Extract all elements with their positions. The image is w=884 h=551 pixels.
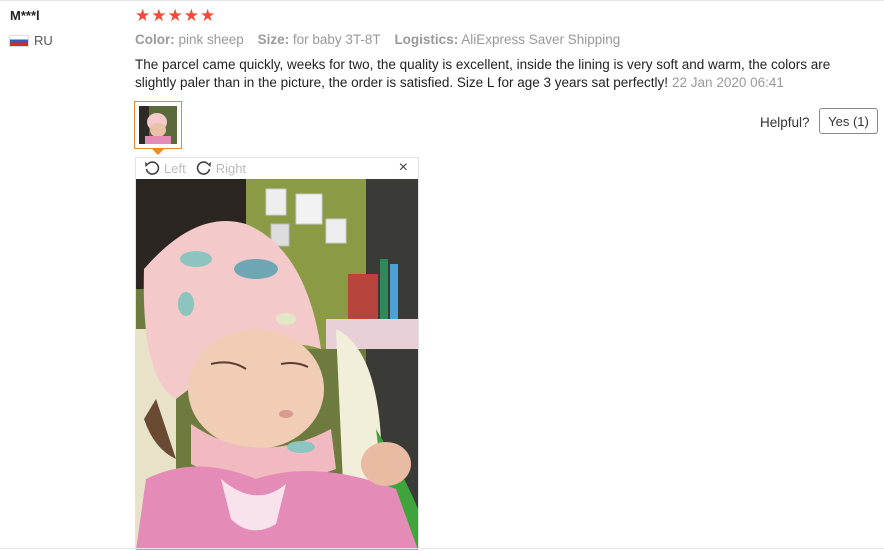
color-label: Color: [135, 32, 175, 47]
rotate-left-icon [145, 161, 160, 175]
top-divider [0, 0, 884, 1]
logistics-value: AliExpress Saver Shipping [461, 32, 621, 47]
photo-viewer: Left Right × [135, 157, 419, 550]
logistics-label: Logistics: [394, 32, 459, 47]
reviewer-country: RU [9, 33, 53, 48]
country-code: RU [34, 33, 53, 48]
russia-flag-icon [9, 34, 29, 47]
rotate-right-button[interactable]: Right [196, 160, 246, 176]
bottom-divider [0, 548, 884, 549]
order-attributes: Color: pink sheep Size: for baby 3T-8T L… [135, 32, 630, 47]
helpful-yes-button[interactable]: Yes (1) [819, 108, 878, 134]
rotate-right-icon [196, 161, 211, 175]
review-photo-image [136, 179, 418, 550]
star-icon: ★ [135, 6, 151, 25]
review-photo-thumbnail[interactable] [134, 101, 182, 149]
thumbnail-image [139, 106, 177, 144]
star-icon: ★ [167, 6, 183, 25]
star-icon: ★ [183, 6, 199, 25]
size-label: Size: [257, 32, 290, 47]
thumbnail-selected-caret [152, 149, 164, 155]
reviewer-name: M***l [10, 8, 40, 23]
star-icon: ★ [200, 6, 216, 25]
review-body: The parcel came quickly, weeks for two, … [135, 56, 855, 92]
viewer-toolbar: Left Right × [136, 158, 418, 178]
helpful-label: Helpful? [760, 115, 810, 130]
review-photo [136, 179, 418, 550]
size-value: for baby 3T-8T [292, 32, 381, 47]
rotate-left-button[interactable]: Left [144, 160, 186, 176]
star-rating: ★ ★ ★ ★ ★ [135, 7, 215, 25]
color-value: pink sheep [178, 32, 244, 47]
rotate-left-label: Left [164, 160, 186, 176]
close-viewer-button[interactable]: × [399, 159, 408, 177]
review-date: 22 Jan 2020 06:41 [672, 75, 784, 90]
star-icon: ★ [151, 6, 167, 25]
rotate-right-label: Right [215, 160, 247, 176]
